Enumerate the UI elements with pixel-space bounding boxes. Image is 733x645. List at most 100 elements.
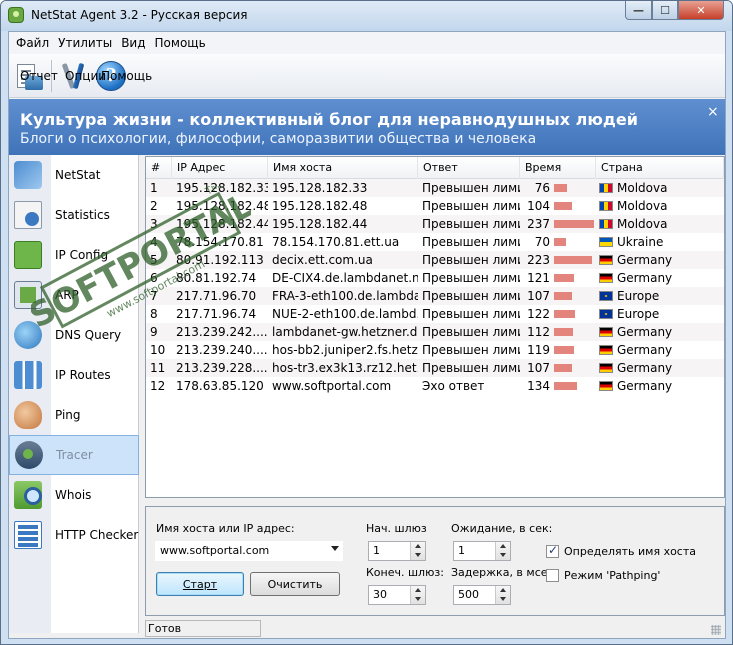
time-cell: 107 <box>520 359 596 377</box>
resolve-hostname-label[interactable]: Определять имя хоста <box>564 545 696 558</box>
status-text: Готов <box>145 620 261 637</box>
toolbar: Отчет Опции ? Помощь <box>9 54 725 98</box>
sidebar-item-label: IP Routes <box>55 368 111 382</box>
end-gateway-stepper[interactable]: 30 <box>368 585 426 605</box>
host-name: 195.128.182.33 <box>272 181 368 195</box>
country-name: Moldova <box>617 199 668 213</box>
table-row[interactable]: 1 195.128.182.33 195.128.182.33 Превышен ли… <box>146 179 724 197</box>
time-cell: 237 <box>520 215 596 233</box>
resize-grip-icon[interactable] <box>711 625 721 635</box>
menu-file[interactable]: Файл <box>13 36 55 50</box>
menu-view[interactable]: Вид <box>118 36 151 50</box>
sidebar-item-ip-config[interactable]: IP Config <box>9 235 139 275</box>
stepper-arrows-icon[interactable] <box>410 586 425 604</box>
arp-icon <box>14 281 42 309</box>
table-row[interactable]: 4 78.154.170.81 78.154.170.81.ett.ua Превыш… <box>146 233 724 251</box>
answer-text: Превышен лимит <box>422 343 520 357</box>
report-button[interactable]: Отчет <box>11 57 58 95</box>
timeout-stepper[interactable]: 1 <box>453 541 511 561</box>
sidebar-item-dns-query[interactable]: DNS Query <box>9 315 139 355</box>
stepper-arrows-icon[interactable] <box>495 542 510 560</box>
table-row[interactable]: 2 195.128.182.48 195.128.182.48 Превышен ли… <box>146 197 724 215</box>
delay-stepper[interactable]: 500 <box>453 585 511 605</box>
timeout-label: Ожидание, в сек: <box>451 522 553 535</box>
ad-banner[interactable]: Культура жизни - коллективный блог для н… <box>9 99 725 155</box>
chevron-down-icon[interactable] <box>331 546 339 551</box>
options-button[interactable]: Опции <box>56 57 106 95</box>
sidebar-item-arp[interactable]: ARP <box>9 275 139 315</box>
stepper-arrows-icon[interactable] <box>495 586 510 604</box>
col-host[interactable]: Имя хоста <box>268 157 418 179</box>
menu-bar: Файл Утилиты Вид Помощь <box>9 32 725 54</box>
sidebar-item-netstat[interactable]: NetStat <box>9 155 139 195</box>
table-row[interactable]: 10 213.239.240.... hos-bb2.juniper2.fs.het… <box>146 341 724 359</box>
col-country[interactable]: Страна <box>596 157 724 179</box>
col-time[interactable]: Время <box>520 157 596 179</box>
start-gateway-stepper[interactable]: 1 <box>368 541 426 561</box>
sidebar-item-label: ARP <box>55 288 79 302</box>
host-name: 78.154.170.81.ett.ua <box>272 235 400 249</box>
host-name: hos-tr3.ex3k13.rz12.het... <box>272 361 418 375</box>
time-value: 223 <box>527 253 550 267</box>
time-cell: 112 <box>520 323 596 341</box>
sidebar-item-ip-routes[interactable]: IP Routes <box>9 355 139 395</box>
banner-subtitle: Блоги о психологии, философии, саморазви… <box>20 131 537 147</box>
maximize-button[interactable]: ☐ <box>652 1 678 20</box>
time-cell: 121 <box>520 269 596 287</box>
sidebar-item-statistics[interactable]: Statistics <box>9 195 139 235</box>
country-name: Germany <box>617 325 673 339</box>
time-cell: 223 <box>520 251 596 269</box>
start-button[interactable]: Старт <box>156 572 244 596</box>
host-name: www.softportal.com <box>272 379 392 393</box>
pathping-checkbox[interactable] <box>546 569 559 582</box>
table-row[interactable]: 6 80.81.192.74 DE-CIX4.de.lambdanet.net Пре… <box>146 269 724 287</box>
col-answer[interactable]: Ответ <box>418 157 520 179</box>
trace-results-table[interactable]: # IP Адрес Имя хоста Ответ Время Страна … <box>145 156 725 498</box>
table-row[interactable]: 7 217.71.96.70 FRA-3-eth100.de.lambda... Пр… <box>146 287 724 305</box>
answer-text: Превышен лимит <box>422 199 520 213</box>
table-row[interactable]: 11 213.239.228.... hos-tr3.ex3k13.rz12.het… <box>146 359 724 377</box>
sidebar-item-label: NetStat <box>55 168 101 182</box>
pathping-label[interactable]: Режим 'Pathping' <box>564 569 660 582</box>
table-row[interactable]: 12 178.63.85.120 www.softportal.com Эхо отв… <box>146 377 724 395</box>
resolve-hostname-checkbox[interactable] <box>546 543 559 558</box>
ip-address: 195.128.182.44 <box>176 217 268 231</box>
title-bar[interactable]: NetStat Agent 3.2 - Русская версия — ☐ ✕ <box>1 1 732 31</box>
host-combobox[interactable]: www.softportal.com <box>155 541 343 561</box>
answer-text: Превышен лимит <box>422 181 520 195</box>
sidebar-item-label: IP Config <box>55 248 109 262</box>
banner-close-icon[interactable]: × <box>707 104 719 120</box>
col-ip[interactable]: IP Адрес <box>172 157 268 179</box>
flag-icon <box>599 201 613 211</box>
country-cell: Germany <box>596 341 724 359</box>
app-icon[interactable] <box>8 7 24 23</box>
clear-button[interactable]: Очистить <box>250 572 340 596</box>
country-cell: Germany <box>596 323 724 341</box>
country-name: Ukraine <box>617 235 664 249</box>
time-bar <box>554 292 572 300</box>
sidebar-item-tracer[interactable]: Tracer <box>9 435 139 475</box>
flag-icon <box>599 309 613 319</box>
table-row[interactable]: 8 217.71.96.74 NUE-2-eth100.de.lambd... Пре… <box>146 305 724 323</box>
close-button[interactable]: ✕ <box>678 1 724 20</box>
table-row[interactable]: 5 80.91.192.113 decix.ett.com.ua Превышен л… <box>146 251 724 269</box>
sidebar-item-whois[interactable]: Whois <box>9 475 139 515</box>
time-value: 112 <box>527 325 550 339</box>
ip-address: 195.128.182.48 <box>176 199 268 213</box>
minimize-button[interactable]: — <box>625 1 652 20</box>
stepper-arrows-icon[interactable] <box>410 542 425 560</box>
answer-text: Превышен лимит <box>422 361 520 375</box>
answer-text: Эхо ответ <box>422 379 485 393</box>
sidebar-item-http-checker[interactable]: HTTP Checker <box>9 515 139 555</box>
menu-help[interactable]: Помощь <box>152 36 212 50</box>
sidebar-item-ping[interactable]: Ping <box>9 395 139 435</box>
hop-number: 10 <box>150 343 166 357</box>
table-row[interactable]: 9 213.239.242.... lambdanet-gw.hetzner.de П… <box>146 323 724 341</box>
hop-number: 4 <box>150 235 158 249</box>
table-row[interactable]: 3 195.128.182.44 195.128.182.44 Превышен ли… <box>146 215 724 233</box>
menu-utilities[interactable]: Утилиты <box>55 36 118 50</box>
country-name: Moldova <box>617 217 668 231</box>
col-number[interactable]: # <box>146 157 172 179</box>
hop-number: 1 <box>150 181 158 195</box>
country-name: Germany <box>617 343 673 357</box>
